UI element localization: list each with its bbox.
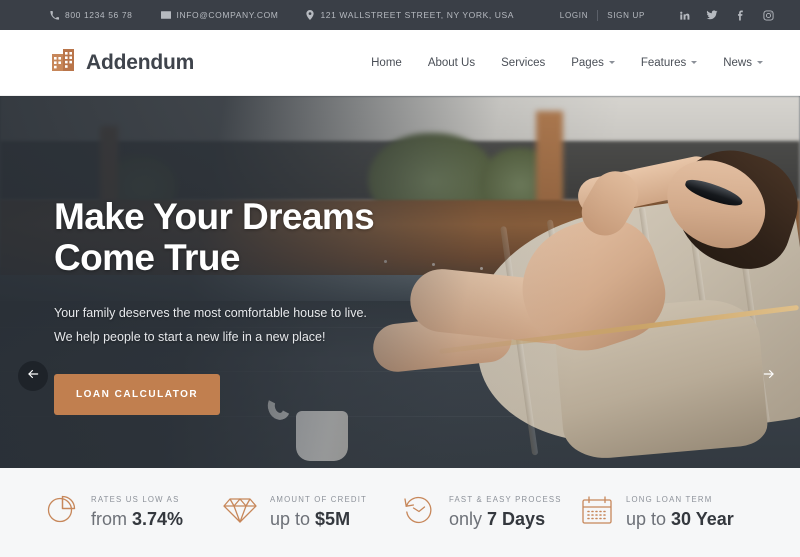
feature-label: FAST & EASY PROCESS xyxy=(449,495,562,504)
envelope-icon xyxy=(160,10,171,20)
email-address: INFO@COMPANY.COM xyxy=(176,10,279,20)
feature-text-group: LONG LOAN TERM up to 30 Year xyxy=(626,495,734,530)
feature-value-prefix: from xyxy=(91,509,133,529)
feature-label: RATES US LOW AS xyxy=(91,495,180,504)
nav-item-home[interactable]: Home xyxy=(358,57,415,69)
brand-logo[interactable]: Addendum xyxy=(50,47,194,78)
nav-label: Home xyxy=(371,56,402,69)
nav-label: About Us xyxy=(427,56,476,69)
nav-label: Pages xyxy=(571,56,604,69)
top-bar-right-group: LOGIN SIGN UP xyxy=(551,9,782,21)
building-icon xyxy=(50,47,76,78)
hero-title-line-1: Make Your Dreams xyxy=(54,196,375,237)
feature-label: LONG LOAN TERM xyxy=(626,495,713,504)
nav-label: News xyxy=(723,56,752,69)
hero-content: Make Your Dreams Come True Your family d… xyxy=(54,196,375,415)
nav-label: Services xyxy=(501,56,546,69)
feature-value-number: 3.74% xyxy=(132,509,184,529)
diamond-icon xyxy=(223,495,257,530)
site-header: Addendum Home About Us Services Pages Fe… xyxy=(0,30,800,96)
address-contact[interactable]: 121 WALLSTREET STREET, NY YORK, USA xyxy=(306,10,514,20)
feature-text-group: FAST & EASY PROCESS only 7 Days xyxy=(449,495,562,530)
top-bar-contact-group: 800 1234 56 78 INFO@COMPANY.COM 121 WALL… xyxy=(50,10,551,20)
twitter-icon[interactable] xyxy=(698,9,726,21)
hero-subtitle: Your family deserves the most comfortabl… xyxy=(54,301,374,350)
clock-rewind-icon xyxy=(402,493,436,532)
hero-subtitle-line-1: Your family deserves the most comfortabl… xyxy=(54,305,367,320)
signup-link[interactable]: SIGN UP xyxy=(598,11,654,20)
feature-value-prefix: only xyxy=(449,509,488,529)
pie-chart-icon xyxy=(44,493,78,532)
nav-item-pages[interactable]: Pages xyxy=(558,57,628,69)
feature-value-number: $5M xyxy=(315,509,351,529)
instagram-icon[interactable] xyxy=(754,9,782,21)
chevron-down-icon xyxy=(608,61,615,64)
feature-value: only 7 Days xyxy=(449,509,562,530)
feature-value-prefix: up to xyxy=(626,509,672,529)
feature-item-credit: AMOUNT OF CREDIT up to $5M xyxy=(223,495,402,530)
hero-title-line-2: Come True xyxy=(54,237,240,279)
feature-value: up to $5M xyxy=(270,509,367,530)
main-navigation: Home About Us Services Pages Features Ne… xyxy=(358,57,776,69)
social-links xyxy=(670,9,782,21)
loan-calculator-button[interactable]: LOAN CALCULATOR xyxy=(54,373,221,415)
nav-item-about-us[interactable]: About Us xyxy=(415,57,488,69)
feature-item-rates: RATES US LOW AS from 3.74% xyxy=(44,493,223,532)
arrow-right-icon xyxy=(762,367,776,386)
feature-item-process: FAST & EASY PROCESS only 7 Days xyxy=(402,493,581,532)
nav-item-features[interactable]: Features xyxy=(628,57,710,69)
features-bar: RATES US LOW AS from 3.74% AMOUNT OF CRE… xyxy=(0,468,800,557)
auth-links: LOGIN SIGN UP xyxy=(551,9,654,21)
feature-label: AMOUNT OF CREDIT xyxy=(270,495,368,504)
phone-contact[interactable]: 800 1234 56 78 xyxy=(50,10,133,20)
brand-name: Addendum xyxy=(86,50,195,74)
feature-value-number: 30 Year xyxy=(671,509,734,529)
chevron-down-icon xyxy=(691,61,698,64)
top-bar: 800 1234 56 78 INFO@COMPANY.COM 121 WALL… xyxy=(0,0,800,30)
nav-item-news[interactable]: News xyxy=(710,57,776,69)
feature-item-term: LONG LOAN TERM up to 30 Year xyxy=(581,494,760,531)
map-pin-icon xyxy=(306,10,315,20)
login-link[interactable]: LOGIN xyxy=(551,11,597,20)
linkedin-icon[interactable] xyxy=(670,10,698,21)
arrow-left-icon xyxy=(26,367,40,386)
hero-title: Make Your Dreams Come True xyxy=(54,196,375,279)
nav-label: Features xyxy=(640,56,687,69)
feature-value: from 3.74% xyxy=(91,509,183,530)
phone-icon xyxy=(50,10,59,20)
feature-text-group: AMOUNT OF CREDIT up to $5M xyxy=(270,495,367,530)
facebook-icon[interactable] xyxy=(726,9,754,21)
nav-item-services[interactable]: Services xyxy=(488,57,558,69)
slider-prev-button[interactable] xyxy=(18,361,48,391)
calendar-icon xyxy=(581,494,613,531)
address-text: 121 WALLSTREET STREET, NY YORK, USA xyxy=(320,10,515,20)
phone-number: 800 1234 56 78 xyxy=(65,10,133,20)
feature-value-prefix: up to xyxy=(270,509,316,529)
hero-slider: Make Your Dreams Come True Your family d… xyxy=(0,96,800,468)
slider-next-button[interactable] xyxy=(754,361,784,391)
email-contact[interactable]: INFO@COMPANY.COM xyxy=(160,10,279,20)
feature-text-group: RATES US LOW AS from 3.74% xyxy=(91,495,183,530)
feature-value: up to 30 Year xyxy=(626,509,734,530)
chevron-down-icon xyxy=(757,61,763,64)
feature-value-number: 7 Days xyxy=(487,509,546,529)
hero-subtitle-line-2: We help people to start a new life in a … xyxy=(54,330,326,345)
